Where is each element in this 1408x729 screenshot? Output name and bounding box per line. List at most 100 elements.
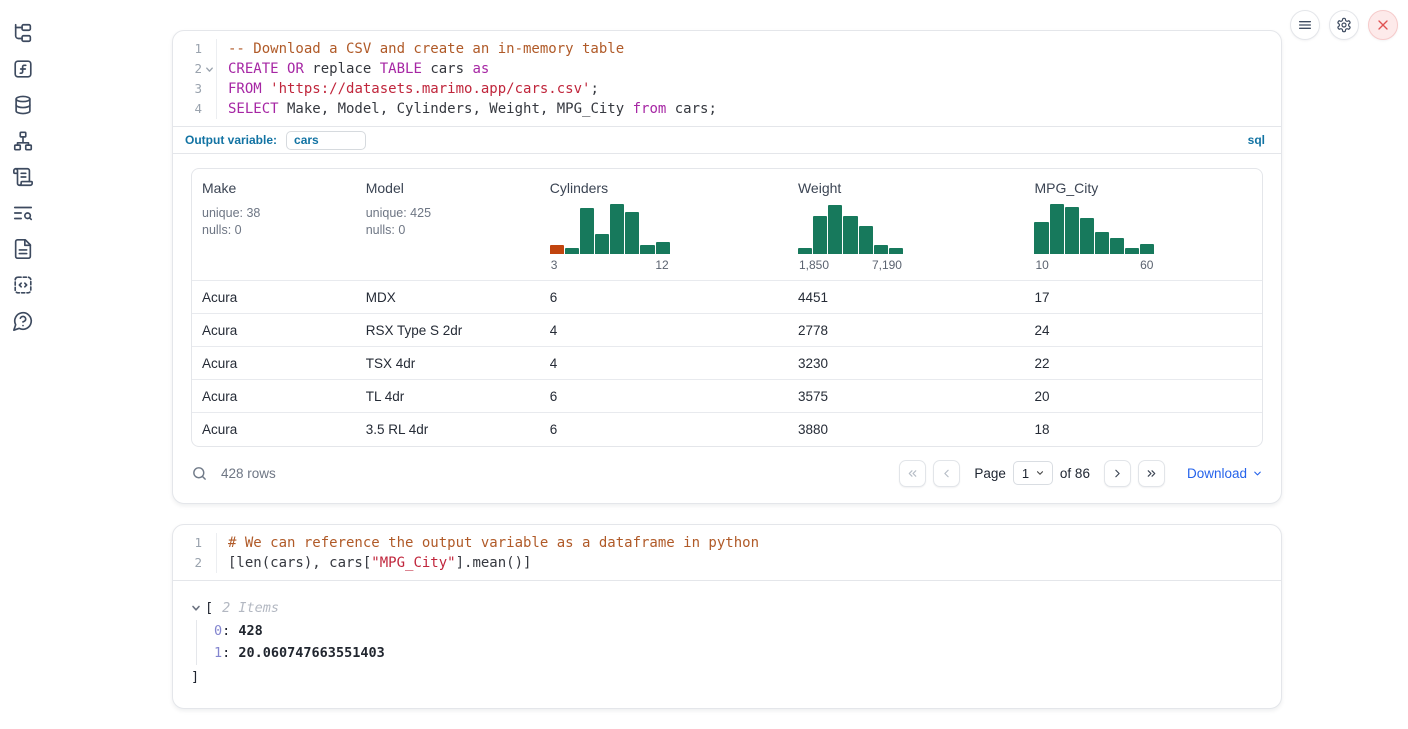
histogram-bar[interactable] <box>625 212 639 254</box>
next-page-button[interactable] <box>1104 460 1131 487</box>
histogram-bar[interactable] <box>1034 222 1048 254</box>
tree-entry-separator: : <box>222 623 238 639</box>
scratchpad-icon[interactable] <box>12 165 35 188</box>
column-stat: nulls: 0 <box>202 222 346 239</box>
file-explorer-icon[interactable] <box>12 21 35 44</box>
column-header[interactable]: Makeunique: 38nulls: 0 <box>192 169 356 281</box>
datasources-icon[interactable] <box>12 93 35 116</box>
sql-code-editor[interactable]: 1-- Download a CSV and create an in-memo… <box>173 31 1281 126</box>
histogram-bar[interactable] <box>550 245 564 254</box>
table-cell: 6 <box>540 380 788 413</box>
column-stat: unique: 38 <box>202 205 346 222</box>
column-title: Cylinders <box>550 180 778 196</box>
logs-search-icon[interactable] <box>12 201 35 224</box>
code-token: CREATE <box>228 61 279 77</box>
menu-icon[interactable] <box>1290 10 1320 40</box>
table-cell: 4 <box>540 314 788 347</box>
tree-entry-value: 428 <box>238 623 262 639</box>
python-code-editor[interactable]: 1# We can reference the output variable … <box>173 525 1281 580</box>
tree-entries: 0: 4281: 20.060747663551403 <box>196 620 1265 665</box>
histogram-bars <box>550 202 670 254</box>
first-page-button[interactable] <box>899 460 926 487</box>
page-select[interactable]: 1 <box>1013 461 1053 485</box>
column-header[interactable]: Modelunique: 425nulls: 0 <box>356 169 540 281</box>
table-row: Acura3.5 RL 4dr6388018 <box>192 413 1262 446</box>
dependency-graph-icon[interactable] <box>12 129 35 152</box>
table-cell: 3575 <box>788 380 1024 413</box>
code-token: SELECT <box>228 101 279 117</box>
code-line: 2[len(cars), cars["MPG_City"].mean()] <box>173 553 1281 573</box>
table-cell: Acura <box>192 380 356 413</box>
shutdown-x-icon[interactable] <box>1368 10 1398 40</box>
column-header[interactable]: MPG_City1060 <box>1024 169 1262 281</box>
output-variable-input[interactable] <box>286 131 366 150</box>
line-number: 1 <box>173 533 217 553</box>
code-tokens: SELECT Make, Model, Cylinders, Weight, M… <box>217 99 717 119</box>
table-cell: 3880 <box>788 413 1024 446</box>
line-number-text: 2 <box>194 59 202 79</box>
table-cell: 2778 <box>788 314 1024 347</box>
histogram-bar[interactable] <box>640 245 654 254</box>
table-row: AcuraTL 4dr6357520 <box>192 380 1262 413</box>
tree-entry: 0: 428 <box>214 620 1265 643</box>
code-tokens: FROM 'https://datasets.marimo.app/cars.c… <box>217 79 599 99</box>
column-header[interactable]: Cylinders312 <box>540 169 788 281</box>
column-title: Model <box>366 180 530 196</box>
code-token: FROM <box>228 81 262 97</box>
chevron-down-icon <box>1035 468 1045 478</box>
histogram-bar[interactable] <box>874 245 888 254</box>
histogram-bar[interactable] <box>843 216 857 254</box>
code-token: ; <box>590 81 598 97</box>
histogram-bar[interactable] <box>859 226 873 254</box>
code-token: replace <box>304 61 380 77</box>
close-bracket: ] <box>191 667 1265 687</box>
chevron-down-icon <box>1252 468 1263 479</box>
table-cell: 18 <box>1024 413 1262 446</box>
help-icon[interactable] <box>12 309 35 332</box>
histogram-bar[interactable] <box>580 208 594 254</box>
settings-gear-icon[interactable] <box>1329 10 1359 40</box>
tree-entry-separator: : <box>222 645 238 661</box>
table-cell: 24 <box>1024 314 1262 347</box>
table-cell: MDX <box>356 281 540 314</box>
download-button[interactable]: Download <box>1187 466 1263 481</box>
histogram-bar[interactable] <box>1080 218 1094 254</box>
table-cell: 6 <box>540 281 788 314</box>
histogram-bar[interactable] <box>813 216 827 254</box>
collapse-chevron-icon[interactable] <box>191 603 203 613</box>
rows-count: 428 rows <box>221 466 276 481</box>
histogram-bar[interactable] <box>1050 204 1064 254</box>
histogram-axis-labels: 1,8507,190 <box>798 258 903 272</box>
page-total-label: of 86 <box>1060 466 1090 481</box>
search-icon[interactable] <box>191 465 208 482</box>
histogram-bar[interactable] <box>1110 238 1124 254</box>
snippets-icon[interactable] <box>12 273 35 296</box>
last-page-button[interactable] <box>1138 460 1165 487</box>
helper-functions-icon[interactable] <box>12 57 35 80</box>
histogram-bar[interactable] <box>656 242 670 254</box>
code-token: 'https://datasets.marimo.app/cars.csv' <box>270 81 590 97</box>
histogram-bar[interactable] <box>1140 244 1154 254</box>
histogram-bar[interactable] <box>889 248 903 254</box>
documentation-icon[interactable] <box>12 237 35 260</box>
histogram-bar[interactable] <box>1065 207 1079 254</box>
top-bar <box>1290 10 1398 40</box>
histogram-bar[interactable] <box>610 204 624 254</box>
prev-page-button[interactable] <box>933 460 960 487</box>
histogram-bar[interactable] <box>565 248 579 254</box>
table-cell: 3.5 RL 4dr <box>356 413 540 446</box>
histogram-min-label: 3 <box>551 258 558 272</box>
histogram-bar[interactable] <box>828 205 842 254</box>
column-header[interactable]: Weight1,8507,190 <box>788 169 1024 281</box>
histogram-max-label: 7,190 <box>872 258 902 272</box>
histogram-bar[interactable] <box>1095 232 1109 254</box>
table-row: AcuraTSX 4dr4323022 <box>192 347 1262 380</box>
code-token: -- Download a CSV and create an in-memor… <box>228 41 624 57</box>
histogram-bar[interactable] <box>595 234 609 254</box>
histogram-bar[interactable] <box>1125 248 1139 254</box>
histogram-bar[interactable] <box>798 248 812 254</box>
fold-chevron-icon[interactable] <box>202 65 216 74</box>
python-cell: 1# We can reference the output variable … <box>172 524 1282 709</box>
code-tokens: CREATE OR replace TABLE cars as <box>217 59 489 79</box>
column-stat: unique: 425 <box>366 205 530 222</box>
